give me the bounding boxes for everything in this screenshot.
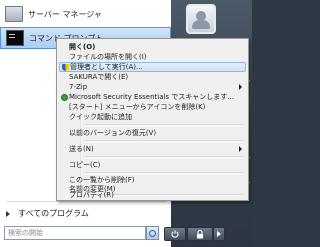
menu-item-7zip[interactable]: 7-Zip (59, 82, 246, 92)
submenu-arrow-icon (239, 146, 242, 152)
menu-item-label: プロパティ(R) (69, 191, 114, 199)
search-input[interactable]: 検索の開始 (4, 226, 146, 240)
menu-item-label: 送る(N) (69, 145, 94, 153)
menu-item-copy[interactable]: コピー(C) (59, 160, 246, 170)
user-body-icon (192, 20, 210, 29)
shutdown-button[interactable] (164, 227, 186, 241)
lock-icon (197, 229, 203, 238)
menu-item-properties[interactable]: プロパティ(R) (59, 190, 246, 200)
all-programs-button[interactable]: すべてのプログラム (6, 208, 89, 219)
menu-item-label: クイック起動に追加 (69, 113, 132, 121)
menu-item-label: [スタート] メニューからアイコンを削除(K) (69, 103, 206, 111)
menu-item-label: 以前のバージョンの復元(V) (69, 129, 157, 137)
menu-item-label: 開く(O) (69, 43, 96, 51)
menu-item-restore-previous[interactable]: 以前のバージョンの復元(V) (59, 128, 246, 138)
menu-item-open-location[interactable]: ファイルの場所を開く(I) (59, 52, 246, 62)
program-label: サーバー マネージャ (28, 9, 102, 19)
menu-item-label: コピー(C) (69, 161, 101, 169)
menu-item-label: Microsoft Security Essentials でスキャンします..… (69, 93, 234, 101)
submenu-arrow-icon (239, 84, 242, 90)
shutdown-options-button[interactable] (213, 227, 225, 241)
menu-item-run-as-admin[interactable]: 管理者として実行(A)... (59, 62, 246, 72)
menu-item-open[interactable]: 開く(O) (59, 42, 246, 52)
program-server-manager[interactable]: サーバー マネージャ (0, 4, 171, 24)
menu-separator (84, 172, 244, 174)
menu-separator (84, 156, 244, 158)
server-manager-icon (5, 6, 23, 22)
search-placeholder: 検索の開始 (8, 229, 43, 237)
command-prompt-icon (6, 30, 24, 46)
divider (6, 201, 166, 202)
menu-item-send-to[interactable]: 送る(N) (59, 144, 246, 154)
shield-icon (62, 63, 69, 71)
menu-item-label: ファイルの場所を開く(I) (69, 53, 147, 61)
all-programs-label: すべてのプログラム (18, 209, 89, 218)
arrow-right-icon (6, 210, 10, 217)
menu-separator (84, 124, 244, 126)
menu-item-mse-scan[interactable]: Microsoft Security Essentials でスキャンします..… (59, 92, 246, 102)
menu-item-label: SAKURAで開く(E) (69, 73, 129, 81)
menu-item-remove-from-start[interactable]: [スタート] メニューからアイコンを削除(K) (59, 102, 246, 112)
security-essentials-icon (61, 93, 68, 101)
power-icon (171, 230, 179, 238)
context-menu: 開く(O) ファイルの場所を開く(I) 管理者として実行(A)... SAKUR… (56, 38, 249, 201)
lock-button[interactable] (187, 227, 213, 241)
avatar[interactable] (186, 4, 216, 34)
menu-item-add-quick-launch[interactable]: クイック起動に追加 (59, 112, 246, 122)
menu-item-open-sakura[interactable]: SAKURAで開く(E) (59, 72, 246, 82)
menu-separator (84, 140, 244, 142)
menu-item-label: 管理者として実行(A)... (70, 63, 143, 71)
search-icon (149, 229, 156, 237)
search-button[interactable] (146, 226, 159, 240)
chevron-right-icon (217, 231, 221, 237)
menu-item-label: 7-Zip (69, 83, 88, 91)
